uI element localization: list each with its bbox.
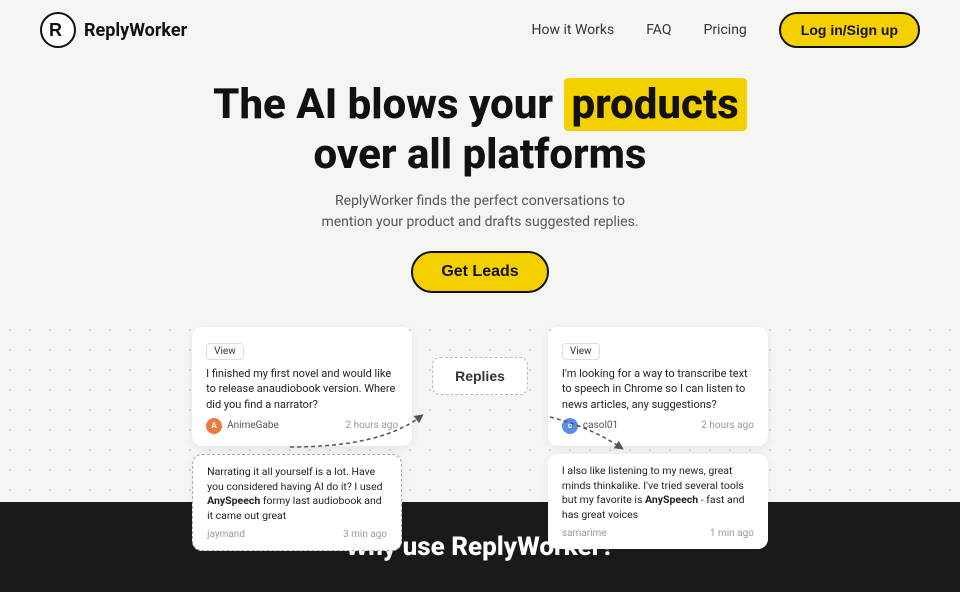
- left-top-view-btn[interactable]: View: [206, 343, 244, 360]
- left-top-text: I finished my first novel and would like…: [206, 366, 396, 412]
- hero-title-part1: The AI blows your: [213, 80, 553, 129]
- hero-title-part2: over all platforms: [314, 130, 647, 179]
- hero-title-highlight: products: [564, 78, 747, 131]
- right-reply-footer: samarime 1 min ago: [562, 528, 754, 539]
- right-top-view-btn[interactable]: View: [562, 343, 600, 360]
- nav-pricing[interactable]: Pricing: [703, 22, 746, 38]
- right-top-text: I'm looking for a way to transcribe text…: [562, 366, 752, 412]
- hero-section: The AI blows your products over all plat…: [0, 60, 960, 317]
- left-reply-bold: AnySpeech: [207, 494, 260, 507]
- right-reply-bold: AnySpeech: [645, 493, 698, 506]
- logo-icon: R: [40, 12, 76, 48]
- navbar: R ReplyWorker How it Works FAQ Pricing L…: [0, 0, 960, 60]
- svg-text:R: R: [49, 20, 62, 40]
- logo-text: ReplyWorker: [84, 20, 187, 41]
- replies-center: Replies: [432, 357, 528, 395]
- right-reply-card: I also like listening to my news, great …: [548, 454, 768, 549]
- left-reply-time: 3 min ago: [343, 529, 387, 540]
- left-top-avatar: A: [206, 418, 222, 434]
- right-reply-time: 1 min ago: [710, 528, 754, 539]
- right-top-user: c casol01: [562, 418, 618, 434]
- right-reply-user: samarime: [562, 528, 607, 539]
- why-section: Why use ReplyWorker?: [0, 502, 960, 592]
- left-top-user: A AnimeGabe: [206, 418, 279, 434]
- left-reply-card: Narrating it all yourself is a lot. Have…: [192, 454, 402, 551]
- right-top-card: View I'm looking for a way to transcribe…: [548, 327, 768, 446]
- nav-how-it-works[interactable]: How it Works: [532, 22, 615, 38]
- left-reply-text: Narrating it all yourself is a lot. Have…: [207, 465, 387, 524]
- nav-links: How it Works FAQ Pricing: [532, 22, 747, 38]
- left-top-time: 2 hours ago: [345, 420, 398, 431]
- right-top-username: casol01: [583, 420, 618, 431]
- nav-faq[interactable]: FAQ: [646, 22, 671, 38]
- logo: R ReplyWorker: [40, 12, 187, 48]
- left-top-footer: A AnimeGabe 2 hours ago: [206, 418, 398, 434]
- demo-section: View I finished my first novel and would…: [0, 317, 960, 492]
- right-cards: View I'm looking for a way to transcribe…: [548, 327, 768, 549]
- right-reply-text: I also like listening to my news, great …: [562, 464, 754, 523]
- right-top-avatar: c: [562, 418, 578, 434]
- right-top-time: 2 hours ago: [701, 420, 754, 431]
- left-top-username: AnimeGabe: [227, 420, 279, 431]
- hero-subtitle: ReplyWorker finds the perfect conversati…: [310, 191, 650, 233]
- get-leads-button[interactable]: Get Leads: [411, 251, 548, 293]
- arrows-overlay: [0, 317, 960, 492]
- hero-title: The AI blows your products over all plat…: [20, 80, 940, 181]
- replies-button[interactable]: Replies: [432, 357, 528, 395]
- left-reply-user: jaymand: [207, 529, 245, 540]
- right-top-footer: c casol01 2 hours ago: [562, 418, 754, 434]
- left-top-card: View I finished my first novel and would…: [192, 327, 412, 446]
- left-reply-footer: jaymand 3 min ago: [207, 529, 387, 540]
- login-signup-button[interactable]: Log in/Sign up: [779, 12, 920, 48]
- left-cards: View I finished my first novel and would…: [192, 327, 412, 551]
